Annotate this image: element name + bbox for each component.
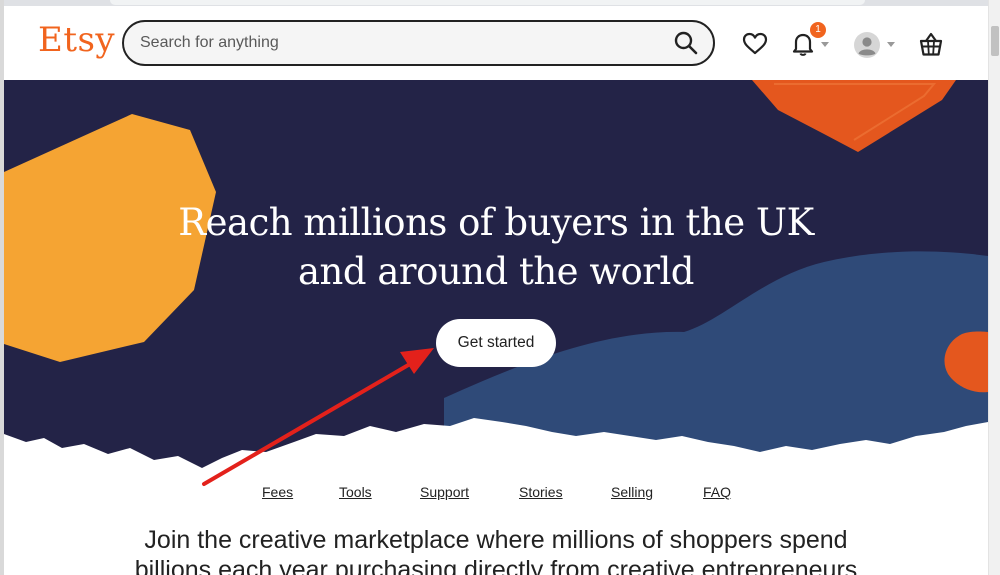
avatar-icon[interactable]: [854, 32, 880, 58]
browser-active-tab[interactable]: [110, 0, 865, 5]
search-input[interactable]: [140, 32, 640, 54]
site-header: Etsy 1: [4, 6, 988, 80]
hero-banner: Reach millions of buyers in the UK and a…: [4, 80, 988, 480]
heart-icon[interactable]: [742, 32, 768, 56]
basket-icon[interactable]: [918, 30, 944, 58]
search-bar: [122, 20, 715, 66]
headline-line2: billions each year purchasing directly f…: [134, 556, 858, 575]
headline-line1: Join the creative marketplace where mill…: [144, 526, 848, 554]
etsy-logo[interactable]: Etsy: [38, 20, 115, 60]
scrollbar-thumb[interactable]: [991, 26, 999, 56]
hero-title-line2: and around the world: [298, 250, 694, 293]
nav-link-tools[interactable]: Tools: [339, 484, 372, 500]
bell-icon[interactable]: 1: [789, 22, 826, 58]
nav-link-support[interactable]: Support: [420, 484, 469, 500]
search-icon[interactable]: [673, 30, 699, 56]
notification-badge: 1: [810, 22, 826, 38]
nav-link-faq[interactable]: FAQ: [703, 484, 731, 500]
nav-link-stories[interactable]: Stories: [519, 484, 563, 500]
hero-title: Reach millions of buyers in the UK and a…: [4, 198, 988, 296]
hero-title-line1: Reach millions of buyers in the UK: [178, 201, 814, 244]
chevron-down-icon[interactable]: [887, 42, 895, 47]
get-started-button[interactable]: Get started: [436, 319, 556, 367]
nav-link-fees[interactable]: Fees: [262, 484, 293, 500]
sub-navigation: Fees Tools Support Stories Selling FAQ: [4, 484, 988, 504]
nav-link-selling[interactable]: Selling: [611, 484, 653, 500]
chevron-down-icon[interactable]: [821, 42, 829, 47]
scrollbar[interactable]: [988, 0, 1000, 575]
marketplace-headline: Join the creative marketplace where mill…: [4, 525, 988, 575]
